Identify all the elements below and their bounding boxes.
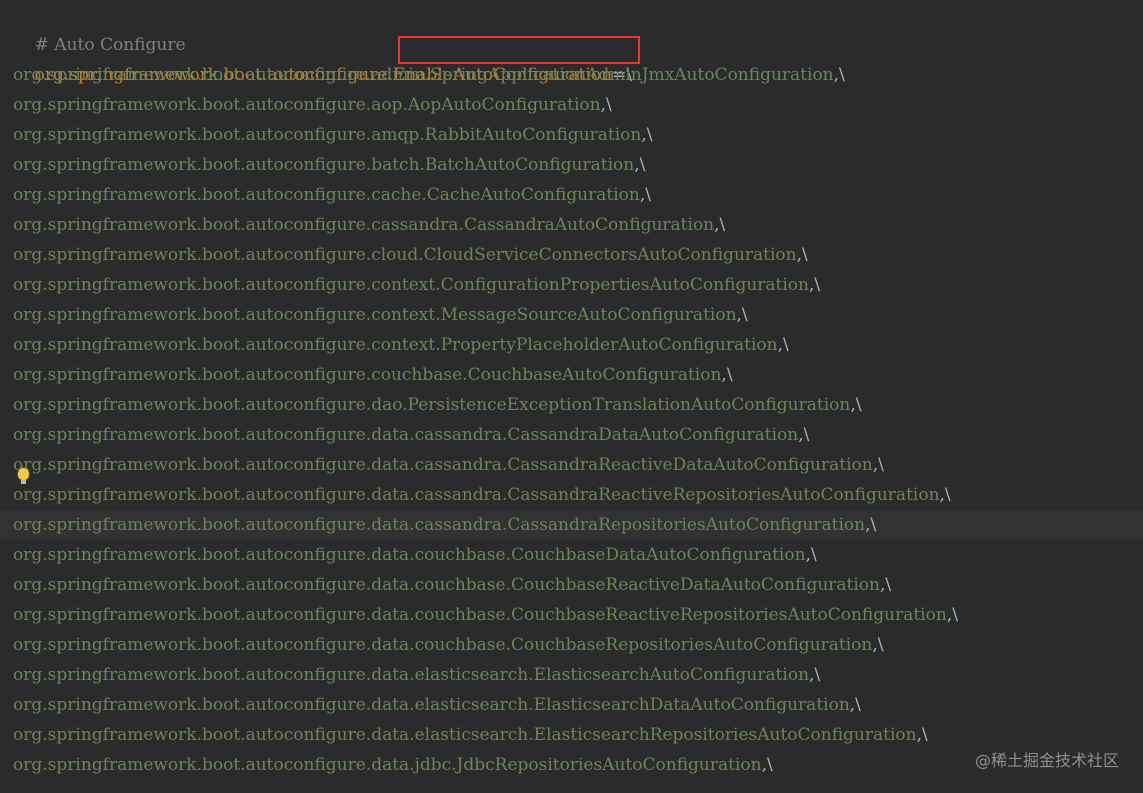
- property-value-text: org.springframework.boot.autoconfigure.d…: [13, 635, 873, 655]
- property-value-text: org.springframework.boot.autoconfigure.c…: [13, 185, 640, 205]
- line-continuation: ,\: [805, 545, 817, 565]
- line-continuation: ,\: [833, 65, 845, 85]
- property-value-text: org.springframework.boot.autoconfigure.d…: [13, 725, 917, 745]
- code-line[interactable]: org.springframework.boot.autoconfigure.b…: [0, 150, 1143, 180]
- code-line[interactable]: org.springframework.boot.autoconfigure.d…: [0, 510, 1143, 540]
- code-line[interactable]: org.springframework.boot.autoconfigure.d…: [0, 600, 1143, 630]
- code-line[interactable]: org.springframework.boot.autoconfigure.d…: [0, 480, 1143, 510]
- line-continuation: ,\: [634, 155, 646, 175]
- property-value-text: org.springframework.boot.autoconfigure.c…: [13, 245, 797, 265]
- line-continuation: ,\: [946, 605, 958, 625]
- property-value-text: org.springframework.boot.autoconfigure.d…: [13, 695, 850, 715]
- code-line[interactable]: org.springframework.boot.autoconfigure.d…: [0, 750, 1143, 780]
- code-editor[interactable]: # Auto Configure org.springframework.boo…: [0, 0, 1143, 793]
- property-value-text: org.springframework.boot.autoconfigure.a…: [13, 125, 642, 145]
- property-value-text: org.springframework.boot.autoconfigure.d…: [13, 395, 851, 415]
- line-continuation: ,\: [761, 755, 773, 775]
- property-value-text: org.springframework.boot.autoconfigure.c…: [13, 335, 778, 355]
- line-continuation: ,\: [809, 275, 821, 295]
- property-value-text: org.springframework.boot.autoconfigure.d…: [13, 425, 799, 445]
- code-line[interactable]: org.springframework.boot.autoconfigure.d…: [0, 390, 1143, 420]
- property-value-text: org.springframework.boot.autoconfigure.d…: [13, 545, 806, 565]
- line-continuation: ,\: [639, 185, 651, 205]
- watermark: @稀土掘金技术社区: [974, 751, 1119, 770]
- code-line[interactable]: org.springframework.boot.autoconfigure.c…: [0, 210, 1143, 240]
- line-continuation: ,\: [872, 635, 884, 655]
- code-line[interactable]: org.springframework.boot.autoconfigure.c…: [0, 180, 1143, 210]
- code-line[interactable]: org.springframework.boot.autoconfigure.d…: [0, 420, 1143, 450]
- property-value-text: org.springframework.boot.autoconfigure.c…: [13, 275, 809, 295]
- code-line[interactable]: org.springframework.boot.autoconfigure.c…: [0, 300, 1143, 330]
- code-line[interactable]: org.springframework.boot.autoconfigure.d…: [0, 450, 1143, 480]
- property-value-text: org.springframework.boot.autoconfigure.c…: [13, 305, 737, 325]
- line-continuation: ,\: [798, 425, 810, 445]
- property-key-line[interactable]: org.springframework.boot.autoconfigure.E…: [0, 30, 1143, 85]
- line-continuation: ,\: [777, 335, 789, 355]
- line-continuation: ,\: [865, 515, 877, 535]
- property-value-list: org.springframework.boot.autoconfigure.a…: [0, 60, 1143, 780]
- property-value-text: org.springframework.boot.autoconfigure.c…: [13, 215, 715, 235]
- code-line[interactable]: org.springframework.boot.autoconfigure.d…: [0, 570, 1143, 600]
- line-continuation: ,\: [736, 305, 748, 325]
- code-line[interactable]: org.springframework.boot.autoconfigure.c…: [0, 240, 1143, 270]
- code-line[interactable]: org.springframework.boot.autoconfigure.a…: [0, 120, 1143, 150]
- code-line[interactable]: org.springframework.boot.autoconfigure.c…: [0, 360, 1143, 390]
- line-continuation: ,\: [641, 125, 653, 145]
- property-value-text: org.springframework.boot.autoconfigure.a…: [13, 95, 601, 115]
- code-line[interactable]: org.springframework.boot.autoconfigure.c…: [0, 330, 1143, 360]
- line-continuation: ,\: [939, 485, 951, 505]
- line-continuation: ,\: [809, 665, 821, 685]
- code-line[interactable]: org.springframework.boot.autoconfigure.d…: [0, 720, 1143, 750]
- property-value-text: org.springframework.boot.autoconfigure.d…: [13, 515, 866, 535]
- property-value-text: org.springframework.boot.autoconfigure.d…: [13, 575, 880, 595]
- code-line[interactable]: org.springframework.boot.autoconfigure.c…: [0, 270, 1143, 300]
- line-continuation: ,\: [796, 245, 808, 265]
- property-value-text: org.springframework.boot.autoconfigure.d…: [13, 455, 873, 475]
- property-value-text: org.springframework.boot.autoconfigure.d…: [13, 605, 947, 625]
- line-continuation: ,\: [714, 215, 726, 235]
- line-continuation: ,\: [849, 695, 861, 715]
- line-continuation: ,\: [600, 95, 612, 115]
- code-line[interactable]: org.springframework.boot.autoconfigure.d…: [0, 630, 1143, 660]
- property-value-text: org.springframework.boot.autoconfigure.c…: [13, 365, 722, 385]
- lightbulb-icon[interactable]: [18, 468, 29, 484]
- code-line[interactable]: org.springframework.boot.autoconfigure.a…: [0, 60, 1143, 90]
- line-continuation: ,\: [872, 455, 884, 475]
- line-continuation: ,\: [916, 725, 928, 745]
- property-value-text: org.springframework.boot.autoconfigure.a…: [13, 65, 834, 85]
- property-value-text: org.springframework.boot.autoconfigure.d…: [13, 755, 762, 775]
- code-line[interactable]: org.springframework.boot.autoconfigure.d…: [0, 690, 1143, 720]
- property-value-text: org.springframework.boot.autoconfigure.d…: [13, 665, 810, 685]
- code-line[interactable]: org.springframework.boot.autoconfigure.d…: [0, 660, 1143, 690]
- property-value-text: org.springframework.boot.autoconfigure.d…: [13, 485, 940, 505]
- property-value-text: org.springframework.boot.autoconfigure.b…: [13, 155, 635, 175]
- code-line[interactable]: org.springframework.boot.autoconfigure.d…: [0, 540, 1143, 570]
- line-continuation: ,\: [850, 395, 862, 415]
- comment-line[interactable]: # Auto Configure: [0, 0, 1143, 55]
- code-line[interactable]: org.springframework.boot.autoconfigure.a…: [0, 90, 1143, 120]
- line-continuation: ,\: [879, 575, 892, 595]
- line-continuation: ,\: [721, 365, 733, 385]
